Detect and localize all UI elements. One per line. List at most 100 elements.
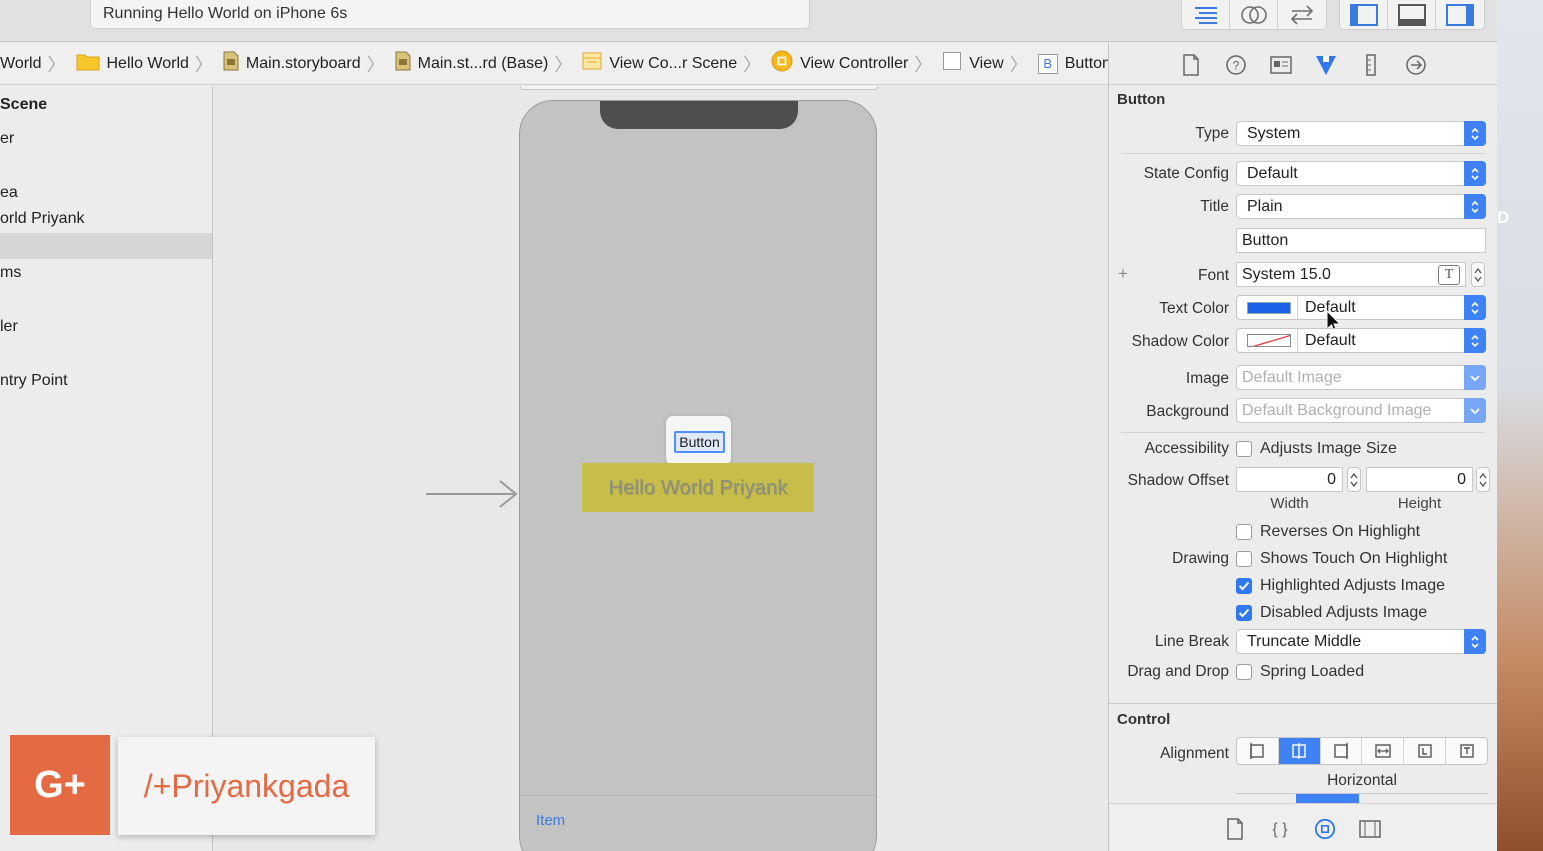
font-picker-icon[interactable]: T	[1438, 265, 1460, 285]
align-leading-icon	[1418, 744, 1432, 758]
state-config-popup[interactable]: Default	[1236, 161, 1486, 186]
outline-row-controller[interactable]: er	[0, 126, 212, 152]
control-section-title: Control	[1117, 711, 1171, 728]
align-right-button[interactable]	[1321, 738, 1363, 764]
checkbox-checked[interactable]	[1236, 605, 1252, 621]
spring-loaded-checkbox[interactable]: Spring Loaded	[1236, 662, 1364, 682]
add-variation-plus-icon[interactable]: +	[1118, 264, 1128, 284]
size-inspector-tab[interactable]	[1358, 52, 1384, 78]
align-left-button[interactable]	[1237, 738, 1279, 764]
debug-area-toggle-icon	[1397, 3, 1426, 26]
debug-area-toggle-button[interactable]	[1388, 0, 1436, 29]
updown-chevron-icon	[1464, 161, 1486, 186]
outline-row-label[interactable]: orld Priyank	[0, 206, 212, 232]
crumb-view[interactable]: View	[934, 51, 1004, 76]
highlighted-adjusts-image-checkbox[interactable]: Highlighted Adjusts Image	[1236, 576, 1445, 596]
crumb-scene[interactable]: View Co...r Scene	[574, 52, 737, 75]
font-field[interactable]: System 15.0 T	[1236, 262, 1466, 287]
tab-bar-item[interactable]: Item	[536, 812, 565, 829]
crumb-project[interactable]: World	[0, 55, 42, 73]
crumb-storyboard-base[interactable]: Main.st...rd (Base)	[387, 51, 548, 76]
disabled-adjusts-image-checkbox[interactable]: Disabled Adjusts Image	[1236, 603, 1427, 623]
checkbox-checked[interactable]	[1236, 578, 1252, 594]
width-caption: Width	[1270, 495, 1309, 512]
shows-touch-on-highlight-checkbox[interactable]: Shows Touch On Highlight	[1236, 549, 1447, 569]
attributes-inspector-tab[interactable]	[1313, 52, 1339, 78]
line-break-popup[interactable]: Truncate Middle	[1236, 629, 1486, 654]
canvas-button[interactable]: Button	[674, 431, 725, 453]
text-color-swatch[interactable]	[1247, 302, 1291, 314]
crumb-button[interactable]: B Button	[1030, 53, 1108, 74]
utilities-toggle-button[interactable]	[1436, 0, 1484, 29]
library-tab-bar: { }	[1109, 803, 1498, 851]
standard-editor-button[interactable]	[1182, 0, 1230, 29]
accessibility-label: Accessibility	[1144, 440, 1229, 457]
chevron-right-icon: 〉	[194, 54, 213, 75]
file-template-library-tab[interactable]	[1224, 818, 1246, 840]
shadow-height-stepper[interactable]	[1476, 467, 1490, 492]
adjusts-image-size-checkbox[interactable]: Adjusts Image Size	[1236, 439, 1397, 459]
object-library-tab[interactable]	[1314, 818, 1336, 840]
shadow-width-stepper[interactable]	[1347, 467, 1361, 492]
checkbox[interactable]	[1236, 551, 1252, 567]
reverses-on-highlight-checkbox[interactable]: Reverses On Highlight	[1236, 522, 1420, 542]
inspector-tab-bar: ?	[1109, 43, 1498, 85]
outline-row-items[interactable]: ms	[0, 260, 212, 286]
version-editor-button[interactable]	[1278, 0, 1326, 29]
checkbox[interactable]	[1236, 524, 1252, 540]
code-snippet-library-tab[interactable]: { }	[1269, 818, 1291, 840]
checkbox-label: Highlighted Adjusts Image	[1260, 577, 1445, 594]
no-color-swatch[interactable]	[1247, 334, 1291, 347]
film-icon	[1359, 820, 1381, 838]
outline-row-first-responder[interactable]: ler	[0, 314, 212, 340]
crumb-label: World	[0, 54, 42, 72]
assistant-editor-button[interactable]	[1230, 0, 1278, 29]
checkbox[interactable]	[1236, 441, 1252, 457]
outline-row-entry-point[interactable]: ntry Point	[0, 368, 212, 394]
updown-chevron-icon	[1464, 121, 1486, 146]
chevron-down-icon[interactable]	[1464, 365, 1486, 390]
window-toolbar: Running Hello World on iPhone 6s	[0, 0, 1497, 42]
identity-inspector-tab[interactable]	[1268, 52, 1294, 78]
image-combo[interactable]: Default Image	[1236, 365, 1486, 390]
button-object-icon: B	[1037, 53, 1058, 74]
button-selection-highlight: Button	[666, 416, 731, 465]
crumb-view-controller[interactable]: View Controller	[763, 50, 908, 77]
shadow-width-field[interactable]: 0	[1236, 467, 1343, 492]
connections-inspector-tab[interactable]	[1403, 52, 1429, 78]
vertical-alignment-segmented-partial[interactable]	[1236, 793, 1488, 803]
checkbox[interactable]	[1236, 664, 1252, 680]
button-section-title: Button	[1117, 91, 1166, 108]
align-trailing-button[interactable]	[1446, 738, 1487, 764]
type-value: System	[1247, 125, 1301, 142]
outline-label: ea	[0, 184, 18, 201]
shadow-height-field[interactable]: 0	[1366, 467, 1473, 492]
outline-row-safe-area[interactable]: ea	[0, 180, 212, 206]
navigator-toggle-button[interactable]	[1340, 0, 1388, 29]
text-color-label: Text Color	[1159, 300, 1229, 317]
file-inspector-tab[interactable]	[1178, 52, 1204, 78]
crumb-group[interactable]: Hello World	[68, 51, 189, 76]
crumb-label: Button	[1064, 54, 1108, 72]
align-center-button[interactable]	[1278, 738, 1321, 764]
font-size-stepper[interactable]	[1471, 262, 1485, 287]
crumb-storyboard[interactable]: Main.storyboard	[215, 51, 361, 76]
state-config-value: Default	[1247, 165, 1298, 182]
outline-row-selected[interactable]	[0, 233, 212, 259]
type-popup[interactable]: System	[1236, 121, 1486, 146]
background-combo[interactable]: Default Background Image	[1236, 398, 1486, 423]
entry-point-arrow-icon	[426, 480, 518, 508]
outline-row-scene[interactable]: Scene	[0, 92, 212, 118]
align-fill-button[interactable]	[1362, 738, 1405, 764]
hello-world-label[interactable]: Hello World Priyank	[582, 463, 814, 512]
title-text-field[interactable]: Button	[1236, 228, 1486, 253]
text-color-popup[interactable]: Default	[1236, 295, 1486, 320]
chevron-down-icon[interactable]	[1464, 398, 1486, 423]
title-style-popup[interactable]: Plain	[1236, 194, 1486, 219]
align-leading-button[interactable]	[1404, 738, 1447, 764]
checkbox-label: Spring Loaded	[1260, 663, 1365, 680]
tab-bar: Item	[520, 795, 876, 851]
shadow-color-popup[interactable]: Default	[1236, 328, 1486, 353]
media-library-tab[interactable]	[1359, 818, 1381, 840]
quick-help-tab[interactable]: ?	[1223, 52, 1249, 78]
